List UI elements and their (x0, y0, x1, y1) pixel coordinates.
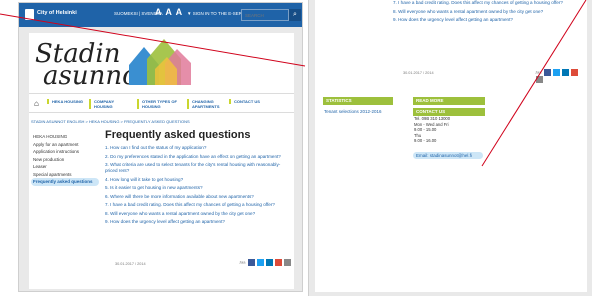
zoomed-faq-list: 7. I have a bad credit rating. Does this… (393, 0, 573, 26)
side-item-instructions[interactable]: Application instructions (31, 148, 99, 156)
zoomed-content: 7. I have a bad credit rating. Does this… (315, 0, 587, 292)
zoomed-linkedin-icon[interactable] (561, 69, 569, 76)
home-icon[interactable]: ⌂ (34, 99, 39, 108)
nav-company-housing[interactable]: COMPANY HOUSING (89, 99, 129, 109)
twitter-icon[interactable] (256, 259, 264, 266)
faq-link-2[interactable]: 2. Do my preferences stated in the appli… (105, 154, 291, 160)
faq-link-9[interactable]: 9. How does the urgency level affect get… (105, 219, 291, 225)
statistics-link[interactable]: Tenant selections 2012-2016 (323, 109, 393, 114)
updated-date: 30.01.2017 / 2014 (115, 262, 146, 266)
faq-link-4[interactable]: 4. How long will it take to get housing? (105, 177, 291, 183)
zoomed-share-label: Jaa (535, 69, 542, 75)
share-label: Jaa (239, 259, 246, 265)
facebook-icon[interactable] (247, 259, 255, 266)
top-bar: City of Helsinki SUOMEKSI | SVENSKA A A … (19, 3, 302, 27)
contact-heading: CONTACT US (413, 108, 485, 116)
zoomed-googleplus-icon[interactable] (570, 69, 578, 76)
faq-link-6[interactable]: 6. Where will there be more information … (105, 194, 291, 200)
googleplus-icon[interactable] (274, 259, 282, 266)
page-title: Frequently asked questions (105, 129, 251, 141)
houses-logo-icon (129, 39, 191, 85)
side-item-new-production[interactable]: New production (31, 156, 99, 164)
nav-contact-us[interactable]: CONTACT US (229, 99, 269, 104)
side-nav: HEKA HOUSING Apply for an apartment Appl… (31, 133, 99, 186)
faq-link-8[interactable]: 8. Will everyone who wants a rental apar… (105, 211, 291, 217)
statistics-heading: STATISTICS (323, 97, 393, 105)
faq-link-5[interactable]: 5. Is it easier to get housing in new ap… (105, 185, 291, 191)
zoomed-page-screenshot: 7. I have a bad credit rating. Does this… (308, 0, 592, 296)
zoomed-faq-link-9[interactable]: 9. How does the urgency level affect get… (393, 17, 573, 23)
faq-main: Frequently asked questions 1. How can I … (105, 129, 291, 228)
zoomed-faq-link-8[interactable]: 8. Will everyone who wants a rental apar… (393, 9, 573, 15)
search-input[interactable] (241, 9, 289, 21)
read-more-box: READ MORE CONTACT US Tel. 09B 310 13000 … (413, 97, 485, 162)
faq-link-1[interactable]: 1. How can I find out the status of my a… (105, 145, 291, 151)
zoomed-facebook-icon[interactable] (543, 69, 551, 76)
side-item-special[interactable]: Special apartments (31, 171, 99, 179)
statistics-box: STATISTICS Tenant selections 2012-2016 (323, 97, 393, 114)
email-link[interactable]: Email: stadinasunnot@hel.fi (413, 151, 483, 159)
city-name[interactable]: City of Helsinki (37, 10, 77, 16)
side-item-faq[interactable]: Frequently asked questions (31, 178, 99, 186)
content-area: Stadin asunnot ⌂ HEKA HOUSING COMPANY HO… (29, 33, 294, 289)
faq-link-3[interactable]: 3. What criteria are used to select tena… (105, 162, 291, 174)
side-item-heka[interactable]: HEKA HOUSING (31, 133, 99, 141)
font-size-controls[interactable]: A A A (155, 7, 183, 17)
read-more-heading: READ MORE (413, 97, 485, 105)
nav-heka-housing[interactable]: HEKA HOUSING (47, 99, 87, 104)
zoomed-faq-link-7[interactable]: 7. I have a bad credit rating. Does this… (393, 0, 573, 6)
contact-hours-2-time: 9.00 - 16.00 (414, 138, 437, 143)
breadcrumb[interactable]: STADIN ASUNNOT ENGLISH > HEKA HOUSING > … (31, 119, 190, 124)
linkedin-icon[interactable] (265, 259, 273, 266)
share-bar: Jaa (239, 259, 292, 266)
side-item-leaser[interactable]: Leaser (31, 163, 99, 171)
faq-link-7[interactable]: 7. I have a bad credit rating. Does this… (105, 202, 291, 208)
zoomed-twitter-icon[interactable] (552, 69, 560, 76)
zoomed-email-share-icon[interactable] (536, 76, 543, 83)
search-icon[interactable]: ⌕ (289, 9, 301, 21)
email-share-icon[interactable] (284, 259, 292, 266)
main-nav: ⌂ HEKA HOUSING COMPANY HOUSING OTHER TYP… (29, 93, 294, 113)
zoomed-updated-date: 30.01.2017 / 2014 (403, 71, 434, 75)
main-page-screenshot: City of Helsinki SUOMEKSI | SVENSKA A A … (18, 2, 303, 292)
zoomed-share-bar: Jaa (535, 69, 587, 83)
nav-changing-apartments[interactable]: CHANGING APARTMENTS (187, 99, 227, 109)
helsinki-crest-icon (25, 9, 34, 20)
nav-other-housing[interactable]: OTHER TYPES OF HOUSING (137, 99, 181, 109)
side-item-apply[interactable]: Apply for an apartment (31, 141, 99, 149)
